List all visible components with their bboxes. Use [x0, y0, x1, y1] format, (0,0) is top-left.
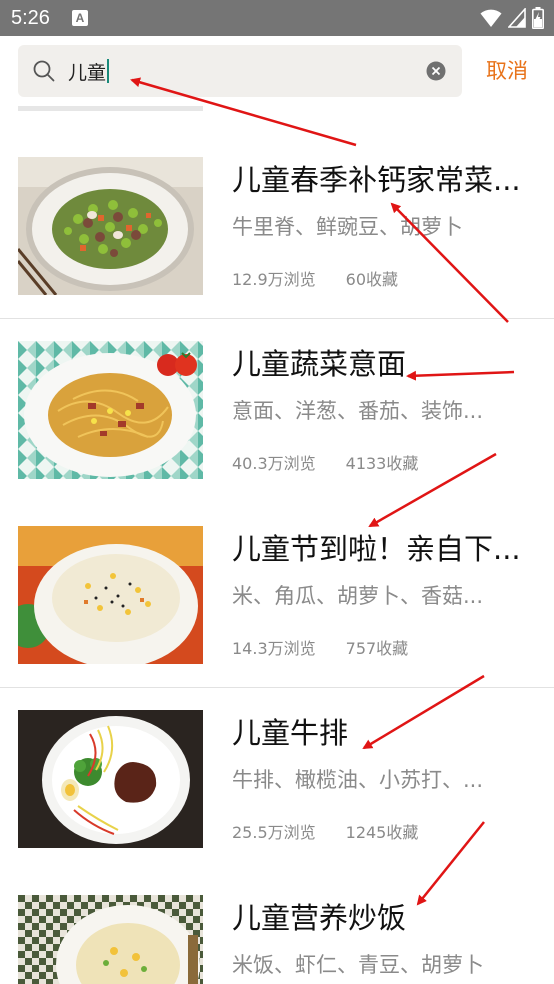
recipe-views: 12.9万浏览: [232, 270, 316, 289]
recipe-ingredients: 意面、洋葱、番茄、装饰...: [232, 399, 484, 423]
search-icon: [33, 60, 55, 82]
recipe-thumbnail: [18, 895, 203, 984]
recipe-list-item[interactable]: 儿童春季补钙家常菜... 牛里脊、鲜豌豆、胡萝卜 12.9万浏览 60收藏: [0, 157, 554, 342]
list-divider: [0, 502, 554, 503]
status-bar: 5:26 A: [0, 0, 554, 36]
list-divider: [0, 871, 554, 872]
recipe-title: 儿童营养炒饭: [232, 901, 407, 935]
recipe-list-item[interactable]: 儿童营养炒饭 米饭、虾仁、青豆、胡萝卜: [0, 895, 554, 984]
recipe-list-item[interactable]: 儿童蔬菜意面 意面、洋葱、番茄、装饰... 40.3万浏览 4133收藏: [0, 341, 554, 526]
recipe-favorites: 4133收藏: [345, 454, 419, 473]
list-divider: [0, 318, 554, 319]
search-query-text: 儿童: [68, 61, 107, 84]
recipe-favorites: 60收藏: [345, 270, 399, 289]
recipe-title: 儿童蔬菜意面: [232, 347, 407, 381]
recipe-ingredients: 牛里脊、鲜豌豆、胡萝卜: [232, 215, 463, 239]
recipe-ingredients: 米、角瓜、胡萝卜、香菇...: [232, 584, 484, 608]
recipe-title: 儿童节到啦！亲自下...: [232, 532, 521, 566]
recipe-views: 40.3万浏览: [232, 454, 316, 473]
recipe-views: 14.3万浏览: [232, 639, 316, 658]
recipe-favorites: 1245收藏: [345, 823, 419, 842]
recipe-title: 儿童春季补钙家常菜...: [232, 163, 521, 197]
recipe-title: 儿童牛排: [232, 716, 349, 750]
status-time: 5:26: [11, 7, 50, 29]
recipe-list-item[interactable]: 儿童牛排 牛排、橄榄油、小苏打、... 25.5万浏览 1245收藏: [0, 710, 554, 895]
recipe-ingredients: 牛排、橄榄油、小苏打、...: [232, 768, 484, 792]
partial-list-item-edge: [18, 106, 203, 111]
signal-icon: [508, 8, 526, 28]
recipe-thumbnail: [18, 157, 203, 295]
recipe-stats: 40.3万浏览 4133收藏: [232, 454, 418, 474]
wifi-icon: [480, 9, 502, 27]
recipe-stats: 12.9万浏览 60收藏: [232, 270, 398, 290]
battery-icon: [532, 7, 544, 29]
search-box[interactable]: 儿童: [18, 45, 462, 97]
search-header: 儿童 取消: [0, 36, 554, 106]
status-icons: [480, 7, 544, 29]
recipe-stats: 14.3万浏览 757收藏: [232, 639, 408, 659]
cancel-button[interactable]: 取消: [486, 58, 528, 84]
list-divider: [0, 687, 554, 688]
recipe-thumbnail: [18, 526, 203, 664]
notification-a-icon: A: [72, 10, 88, 26]
recipe-list-item[interactable]: 儿童节到啦！亲自下... 米、角瓜、胡萝卜、香菇... 14.3万浏览 757收藏: [0, 526, 554, 711]
recipe-thumbnail: [18, 710, 203, 848]
text-caret: [107, 59, 110, 83]
recipe-favorites: 757收藏: [345, 639, 409, 658]
recipe-stats: 25.5万浏览 1245收藏: [232, 823, 418, 843]
recipe-views: 25.5万浏览: [232, 823, 316, 842]
recipe-thumbnail: [18, 341, 203, 479]
clear-search-icon[interactable]: [426, 61, 446, 81]
search-input[interactable]: 儿童: [68, 57, 110, 85]
recipe-ingredients: 米饭、虾仁、青豆、胡萝卜: [232, 953, 484, 977]
